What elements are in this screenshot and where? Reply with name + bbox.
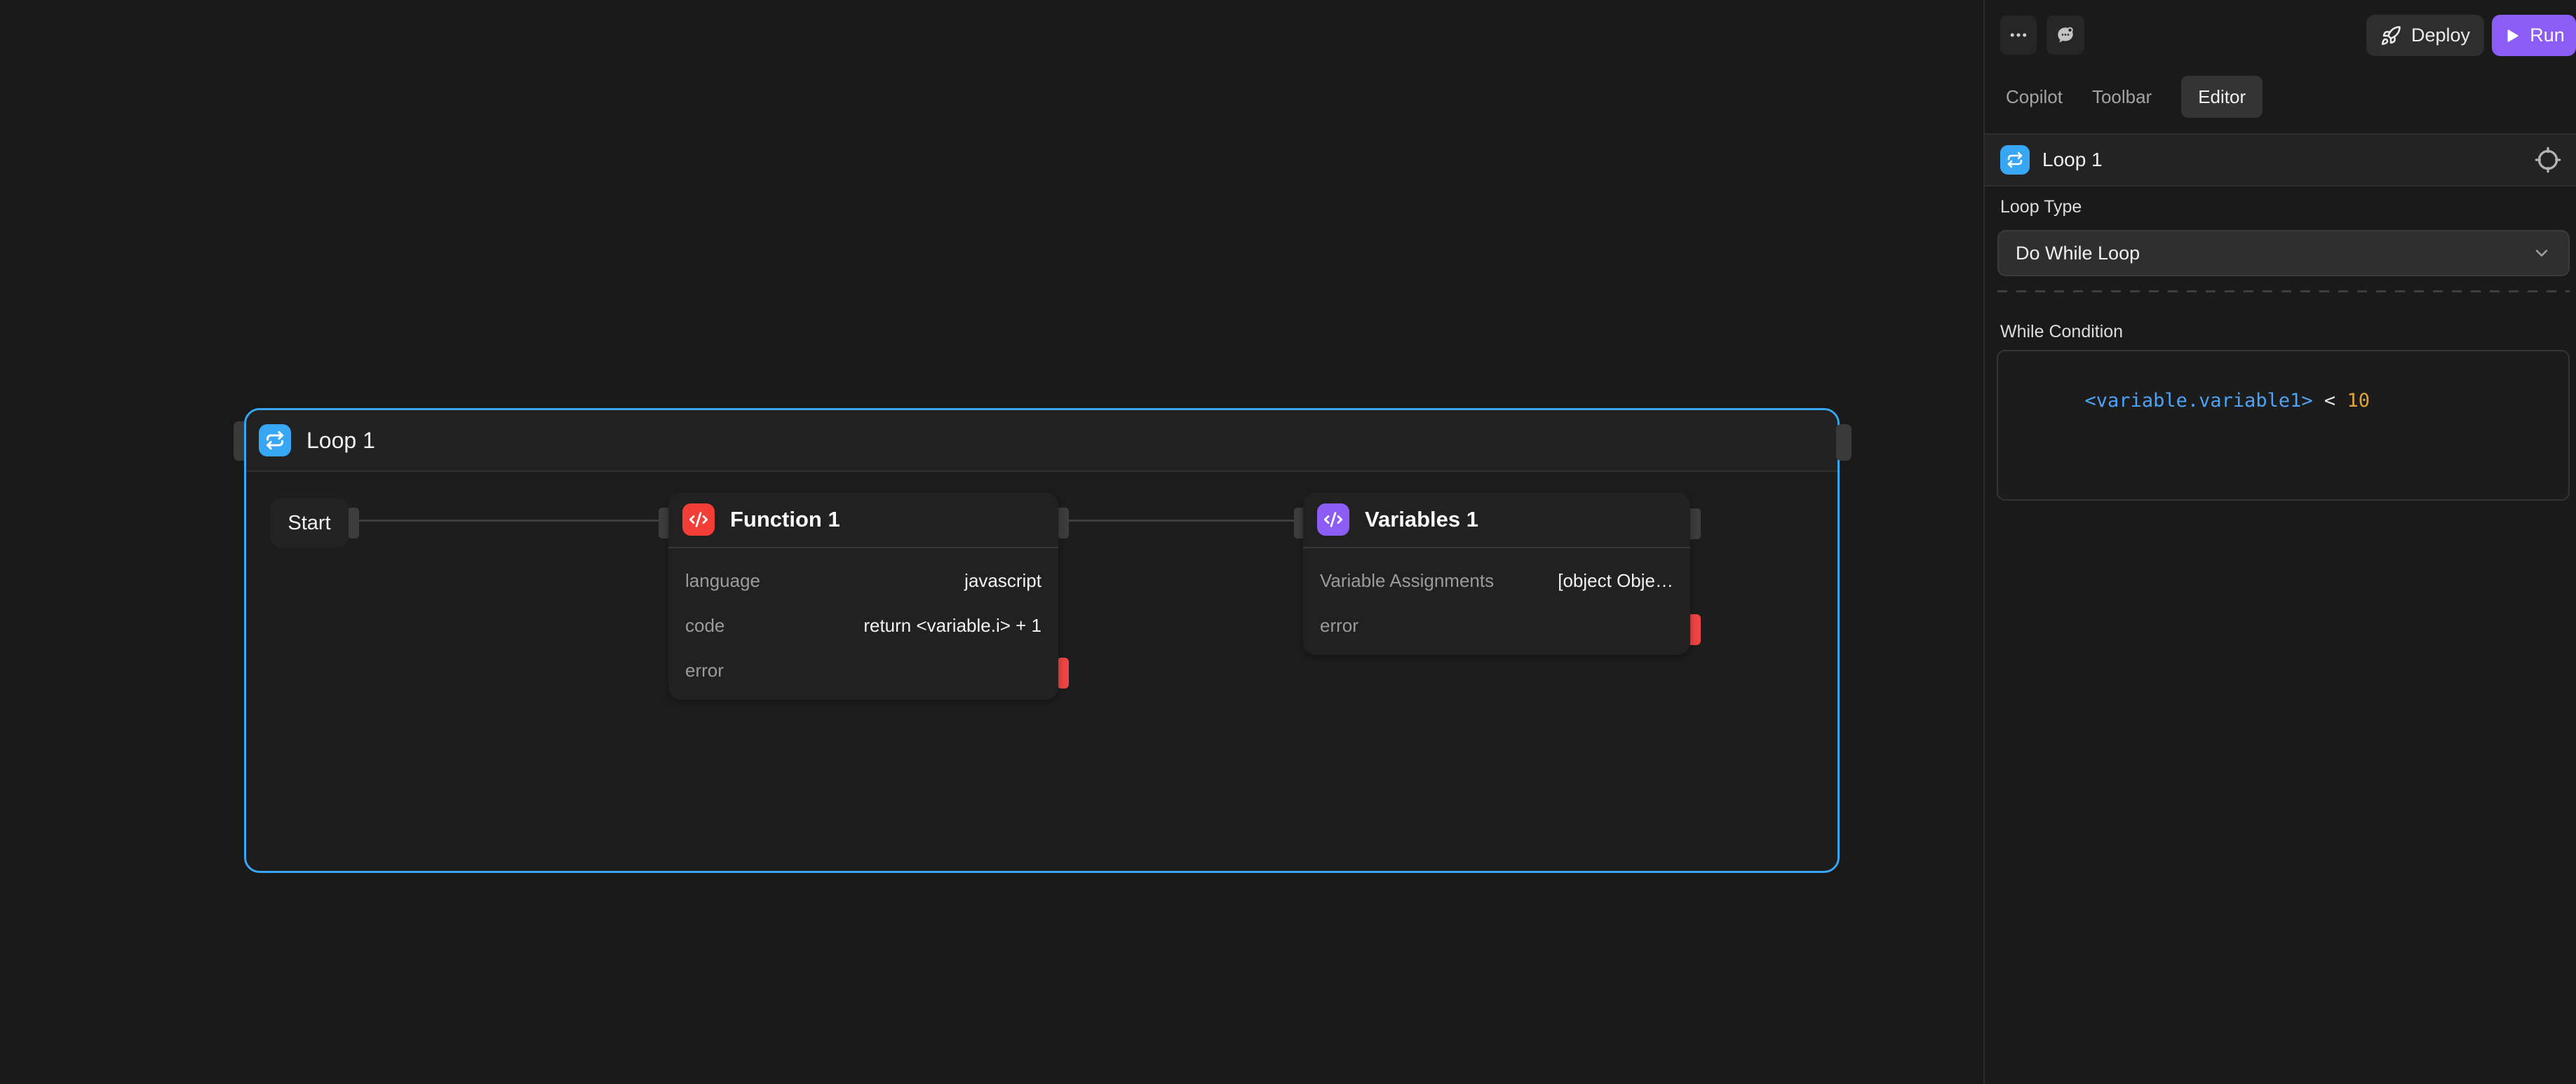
node-variables-title: Variables 1 <box>1365 507 1478 532</box>
code-icon <box>682 503 715 536</box>
workflow-canvas[interactable]: Loop 1 Start Function 1 <box>0 0 1983 1084</box>
table-row: Variable Assignments [object Obje… <box>1320 558 1673 603</box>
workflow-app: Loop 1 Start Function 1 <box>0 0 2576 1084</box>
feedback-button[interactable] <box>2046 15 2084 55</box>
loop-output-handle[interactable] <box>1836 424 1852 461</box>
loop-block-title: Loop 1 <box>306 428 375 454</box>
rocket-icon <box>2380 25 2401 46</box>
node-function-title: Function 1 <box>730 507 840 532</box>
edge-start-to-function[interactable] <box>356 520 662 522</box>
edge-function-to-variables[interactable] <box>1066 520 1299 522</box>
section-divider <box>1997 290 2570 292</box>
loop-type-label: Loop Type <box>2000 197 2082 217</box>
play-icon <box>2503 27 2521 45</box>
node-function[interactable]: Function 1 language javascript code retu… <box>668 492 1058 700</box>
ellipsis-icon <box>2008 25 2029 46</box>
locate-target-icon[interactable] <box>2534 146 2562 174</box>
chevron-down-icon <box>2532 243 2551 263</box>
table-row: error <box>685 648 1041 693</box>
start-output-handle[interactable] <box>347 508 359 538</box>
selected-block-header[interactable]: Loop 1 <box>1985 133 2576 187</box>
row-label: error <box>1320 615 1358 637</box>
node-variables-header: Variables 1 <box>1303 492 1690 548</box>
tab-copilot[interactable]: Copilot <box>2006 86 2063 108</box>
tab-editor[interactable]: Editor <box>2181 76 2263 118</box>
selected-block-title: Loop 1 <box>2042 149 2103 171</box>
loop-type-select[interactable]: Do While Loop <box>1997 230 2570 276</box>
row-value: [object Obje… <box>1558 570 1673 592</box>
node-start-label: Start <box>288 512 330 535</box>
loop-repeat-icon <box>259 424 291 456</box>
table-row: language javascript <box>685 558 1041 603</box>
node-start[interactable]: Start <box>270 499 349 548</box>
code-segment-number: 10 <box>2347 390 2370 412</box>
deploy-button-label: Deploy <box>2411 25 2470 46</box>
editor-panel: Deploy Run Copilot Toolbar Editor Loop 1 <box>1983 0 2576 1084</box>
chat-bubble-icon <box>2054 24 2077 46</box>
row-value: return <variable.i> + 1 <box>863 615 1041 637</box>
row-label: language <box>685 570 760 592</box>
table-row: code return <variable.i> + 1 <box>685 603 1041 648</box>
run-button[interactable]: Run <box>2492 15 2576 56</box>
run-button-label: Run <box>2530 25 2565 46</box>
row-label: code <box>685 615 724 637</box>
panel-tabs: Copilot Toolbar Editor <box>2006 76 2263 118</box>
loop-type-selected-value: Do While Loop <box>2016 243 2140 264</box>
deploy-button[interactable]: Deploy <box>2366 15 2484 56</box>
function-error-handle[interactable] <box>1057 658 1069 689</box>
code-icon <box>1317 503 1349 536</box>
table-row: error <box>1320 603 1673 648</box>
loop-repeat-icon <box>2000 145 2030 175</box>
node-variables[interactable]: Variables 1 Variable Assignments [object… <box>1303 492 1690 655</box>
node-variables-rows: Variable Assignments [object Obje… error <box>1303 548 1690 648</box>
row-value: javascript <box>964 570 1041 592</box>
loop-block-header[interactable]: Loop 1 <box>246 410 1837 472</box>
node-function-header: Function 1 <box>668 492 1058 548</box>
code-segment-variable: <variable.variable1> <box>2085 390 2313 412</box>
node-function-rows: language javascript code return <variabl… <box>668 548 1058 693</box>
row-label: Variable Assignments <box>1320 570 1494 592</box>
function-output-handle[interactable] <box>1057 508 1069 538</box>
tab-toolbar[interactable]: Toolbar <box>2092 86 2152 108</box>
code-segment-operator: < <box>2313 390 2347 412</box>
while-condition-code-editor[interactable]: <variable.variable1> < 10 <box>1997 350 2570 501</box>
more-options-button[interactable] <box>2000 15 2037 55</box>
while-condition-label: While Condition <box>2000 322 2123 342</box>
row-label: error <box>685 660 724 682</box>
